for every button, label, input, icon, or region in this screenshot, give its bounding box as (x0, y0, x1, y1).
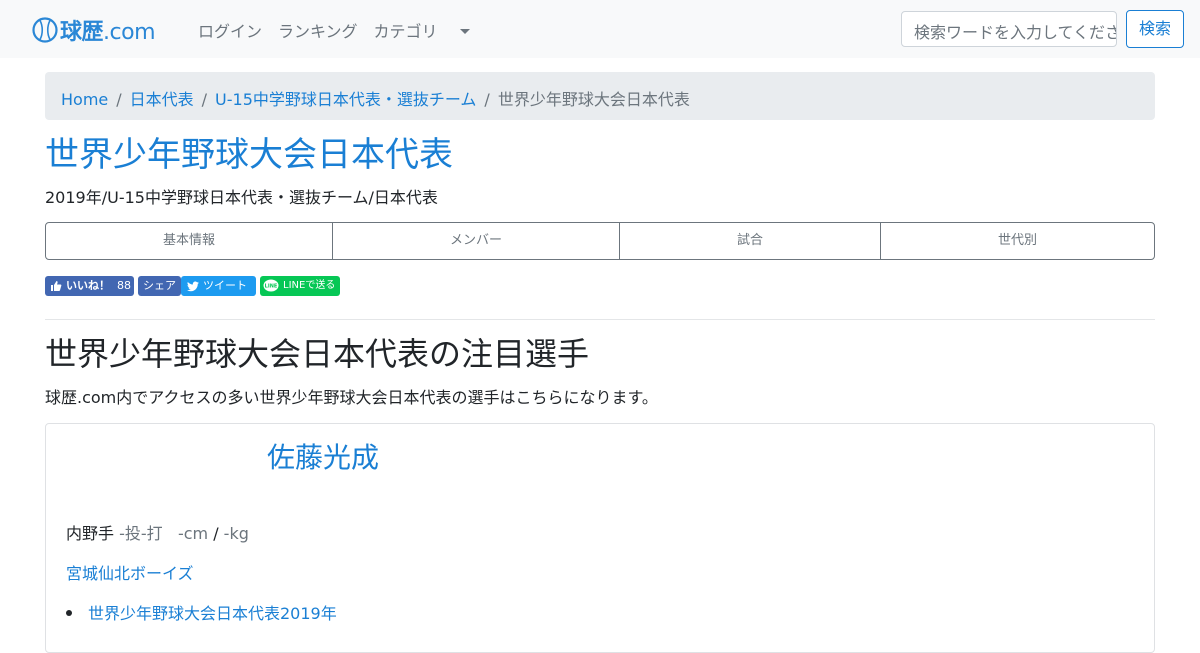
like-count: 88 (117, 279, 131, 292)
tweet-button[interactable]: ツイート (181, 276, 256, 296)
tab-basic-info[interactable]: 基本情報 (46, 223, 333, 259)
line-send-button[interactable]: LINE LINEで送る (260, 276, 340, 296)
line-icon: LINE (263, 279, 279, 292)
player-team-link[interactable]: 宮城仙北ボーイズ (66, 560, 194, 584)
player-height: -cm (177, 524, 209, 543)
list-bullet (66, 610, 72, 616)
tab-members[interactable]: メンバー (333, 223, 620, 259)
player-team-list-item[interactable]: 世界少年野球大会日本代表2019年 (88, 604, 337, 623)
divider (45, 319, 1155, 320)
section-description: 球歴.com内でアクセスの多い世界少年野球大会日本代表の選手はこちらになります。 (45, 388, 658, 407)
nav-login[interactable]: ログイン (198, 18, 262, 42)
search-button[interactable]: 検索 (1126, 10, 1184, 48)
breadcrumb-u15-teams[interactable]: U-15中学野球日本代表・選抜チーム (215, 90, 476, 109)
tweet-label: ツイート (203, 279, 247, 292)
tab-generations[interactable]: 世代別 (881, 223, 1154, 259)
player-position: 内野手 (66, 524, 115, 543)
navbar: 球歴.com ログイン ランキング カテゴリ 検索ワードを入力してください 検索 (0, 0, 1200, 58)
page-subtitle: 2019年/U-15中学野球日本代表・選抜チーム/日本代表 (45, 188, 438, 207)
player-team-list: 世界少年野球大会日本代表2019年 (66, 600, 337, 624)
logo-text: 球歴.com (60, 20, 155, 45)
player-weight: -kg (223, 524, 249, 543)
line-label: LINEで送る (283, 280, 336, 291)
breadcrumb-separator: / (201, 90, 208, 109)
thumbs-up-icon (51, 281, 62, 291)
nav-category-dropdown[interactable]: カテゴリ (374, 18, 486, 42)
player-name-link[interactable]: 佐藤光成 (267, 436, 379, 476)
svg-text:LINE: LINE (265, 284, 278, 290)
site-logo[interactable]: 球歴.com (32, 14, 155, 46)
tab-bar: 基本情報 メンバー 試合 世代別 (45, 222, 1155, 260)
breadcrumb-japan-national[interactable]: 日本代表 (130, 90, 194, 109)
player-profile-line: 内野手 -投-打 -cm / -kg (66, 520, 249, 544)
nav-ranking[interactable]: ランキング (278, 18, 358, 42)
search-input[interactable]: 検索ワードを入力してください (901, 11, 1117, 47)
twitter-bird-icon (187, 281, 199, 291)
player-throw-bat: -投-打 (119, 524, 163, 543)
like-label: いいね！ (66, 279, 110, 292)
breadcrumb-separator: / (116, 90, 122, 109)
tab-games[interactable]: 試合 (620, 223, 881, 259)
main-nav: ログイン ランキング カテゴリ (198, 18, 502, 42)
breadcrumb-home[interactable]: Home (61, 90, 108, 109)
facebook-like-button[interactable]: いいね！ 88 (45, 276, 134, 296)
player-card: 佐藤光成 内野手 -投-打 -cm / -kg 宮城仙北ボーイズ 世界少年野球大… (45, 423, 1155, 653)
player-slash: / (213, 524, 219, 543)
section-title: 世界少年野球大会日本代表の注目選手 (45, 335, 590, 373)
page-title[interactable]: 世界少年野球大会日本代表 (45, 134, 453, 176)
breadcrumb-separator: / (484, 90, 490, 109)
breadcrumb: Home / 日本代表 / U-15中学野球日本代表・選抜チーム / 世界少年野球大会日本代… (45, 72, 1155, 120)
baseball-icon (32, 17, 58, 43)
facebook-share-button[interactable]: シェア (138, 276, 181, 296)
breadcrumb-current: 世界少年野球大会日本代表 (497, 90, 690, 109)
dropdown-caret-icon (459, 29, 470, 34)
